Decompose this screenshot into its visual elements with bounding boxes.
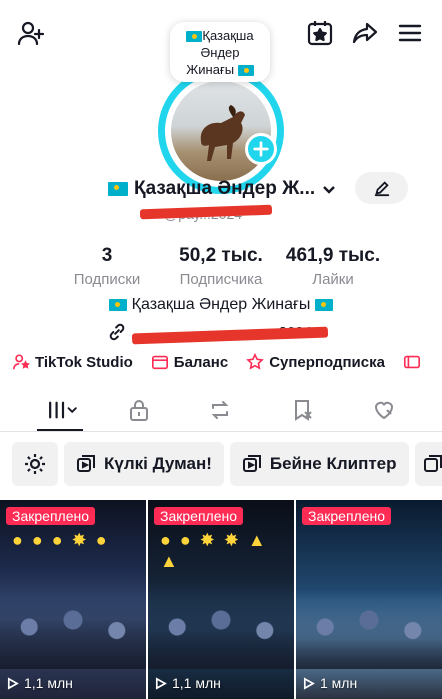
liked-icon — [374, 401, 394, 420]
video-tool-icon — [403, 355, 420, 369]
view-count-text: 1,1 млн — [24, 675, 73, 691]
add-friend-icon[interactable] — [16, 18, 46, 48]
feature-label: Суперподписка — [269, 353, 385, 371]
feature-label: TikTok Studio — [35, 353, 133, 371]
video-thumbnail[interactable]: ● ● ● ✸ ● Закреплено 1,1 млн — [0, 500, 146, 699]
kazakhstan-flag-icon — [314, 298, 333, 311]
playlist-chip[interactable]: Бейне Клиптер — [229, 442, 409, 486]
menu-icon[interactable] — [395, 18, 425, 48]
playlist-settings-button[interactable] — [12, 442, 58, 486]
link-icon — [109, 323, 125, 341]
lock-icon — [130, 400, 148, 421]
play-icon — [7, 676, 19, 690]
profile-name: Қазақша Әндер Ж... — [134, 178, 316, 199]
playlist-icon — [77, 455, 95, 472]
playlist-chip[interactable] — [414, 442, 442, 486]
tab-liked[interactable] — [369, 396, 399, 424]
crowd-image — [0, 599, 146, 669]
favorites-icon — [295, 400, 312, 421]
play-icon — [155, 676, 167, 690]
grid-icon — [49, 401, 77, 419]
pinned-badge: Закреплено — [154, 507, 243, 525]
pinned-badge: Закреплено — [302, 507, 391, 525]
avatar-image — [171, 81, 271, 181]
pencil-icon — [374, 181, 389, 197]
gear-icon — [25, 454, 45, 474]
followers-label: Подписчика — [179, 271, 263, 288]
kazakhstan-flag-icon — [108, 182, 128, 196]
view-count: 1,1 млн — [6, 675, 73, 691]
superfollow-button[interactable]: Суперподписка — [246, 353, 385, 371]
emoji-decoration: ● ● ✸ ✸ ▲ ▲ — [160, 530, 268, 571]
playlist-label: Бейне Клиптер — [269, 454, 397, 473]
edit-profile-button[interactable] — [355, 172, 408, 204]
playlist-chip[interactable]: Күлкі Думан! — [64, 442, 224, 486]
video-thumbnail[interactable]: Закреплено 1 млн — [296, 500, 442, 699]
add-story-button[interactable] — [245, 133, 277, 165]
crowd-image — [148, 599, 294, 669]
share-icon[interactable] — [350, 18, 380, 48]
profile-tabs — [0, 388, 442, 432]
view-count: 1,1 млн — [154, 675, 221, 691]
tab-favorites[interactable] — [288, 396, 318, 424]
tiktok-studio-icon — [12, 354, 30, 370]
likes-label: Лайки — [312, 271, 354, 288]
balance-button[interactable]: Баланс — [151, 353, 228, 371]
creator-tools-row: TikTok Studio Баланс Суперподписка — [12, 353, 421, 371]
video-grid: ● ● ● ✸ ● Закреплено 1,1 млн ● ● ✸ ✸ ▲ ▲… — [0, 500, 442, 699]
tiktok-studio-button[interactable]: TikTok Studio — [12, 353, 133, 371]
note-text: Әндер — [200, 44, 240, 60]
superfollow-icon — [246, 353, 265, 370]
calendar-star-icon[interactable] — [305, 18, 335, 48]
more-tools-button[interactable] — [403, 353, 421, 371]
tab-videos[interactable] — [44, 396, 82, 424]
kazakhstan-flag-icon — [237, 64, 254, 76]
view-count: 1 млн — [302, 675, 357, 691]
wallet-icon — [151, 355, 168, 370]
note-text: Қазақша — [202, 27, 254, 43]
following-label: Подписки — [73, 271, 141, 288]
likes-count: 461,9 тыс. — [285, 245, 381, 266]
emoji-decoration: ● ● ● ✸ ● — [12, 530, 109, 550]
repost-icon — [211, 401, 229, 419]
playlist-label: Күлкі Думан! — [104, 454, 212, 473]
following-stat[interactable]: 3 Подписки — [62, 245, 152, 288]
kazakhstan-flag-icon — [186, 30, 203, 42]
profile-name-row[interactable]: Қазақша Әндер Ж... — [108, 176, 337, 202]
crowd-image — [296, 599, 442, 669]
followers-count: 50,2 тыс. — [179, 245, 263, 266]
active-tab-indicator — [37, 429, 83, 431]
view-count-text: 1,1 млн — [172, 675, 221, 691]
bio-text: Қазақша Әндер Жинағы — [131, 296, 311, 313]
note-text: Жинағы — [186, 61, 235, 77]
tab-private[interactable] — [124, 396, 154, 424]
playlists-row: Күлкі Думан! Бейне Клиптер — [12, 442, 442, 486]
chevron-down-icon[interactable] — [321, 181, 337, 197]
playlist-icon — [242, 455, 261, 472]
followers-stat[interactable]: 50,2 тыс. Подписчика — [172, 245, 270, 288]
playlist-icon — [423, 455, 442, 472]
video-thumbnail[interactable]: ● ● ✸ ✸ ▲ ▲ Закреплено 1,1 млн — [148, 500, 294, 699]
likes-stat[interactable]: 461,9 тыс. Лайки — [282, 245, 384, 288]
play-icon — [303, 676, 315, 690]
note-bubble[interactable]: Қазақша Әндер Жинағы — [170, 22, 270, 82]
feature-label: Баланс — [173, 353, 229, 371]
tab-reposts[interactable] — [205, 396, 235, 424]
kazakhstan-flag-icon — [109, 298, 128, 311]
pinned-badge: Закреплено — [6, 507, 95, 525]
view-count-text: 1 млн — [320, 675, 358, 691]
profile-bio: Қазақша Әндер Жинағы — [0, 296, 442, 314]
following-count: 3 — [101, 245, 113, 266]
